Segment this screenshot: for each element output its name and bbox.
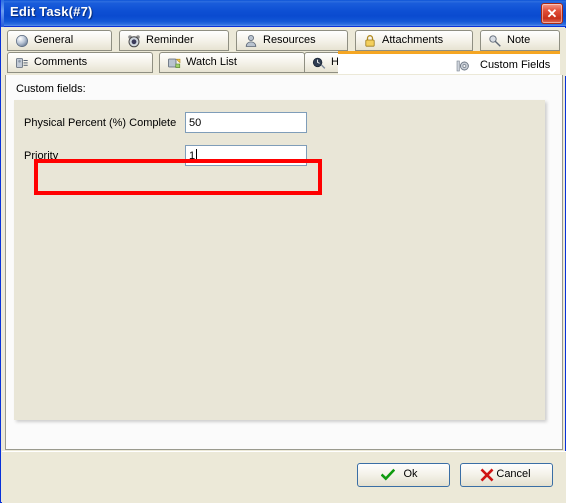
pushpin-icon — [488, 34, 502, 48]
fields-container: Physical Percent (%) Complete Priority — [14, 100, 545, 420]
text-caret — [196, 149, 197, 162]
dialog-footer: Ok Cancel — [2, 451, 566, 503]
ok-button-label: Ok — [403, 468, 418, 480]
field-input-physical-percent[interactable] — [185, 112, 307, 133]
tab-reminder[interactable]: Reminder — [119, 30, 229, 51]
person-icon — [244, 34, 258, 48]
cancel-button-label: Cancel — [496, 468, 531, 480]
tab-attachments-label: Attachments — [382, 34, 444, 46]
title-bar-edge — [1, 0, 4, 27]
tab-note-label: Note — [507, 34, 531, 46]
edit-task-dialog: Edit Task(#7) ✕ General Reminder Resourc… — [0, 0, 566, 503]
cancel-button[interactable]: Cancel — [460, 463, 553, 487]
tab-custom-fields[interactable]: Custom Fields — [338, 51, 560, 74]
tab-note[interactable]: Note — [480, 30, 560, 51]
clock-icon — [312, 56, 326, 70]
tab-resources[interactable]: Resources — [236, 30, 348, 51]
custom-fields-panel: Custom fields: Physical Percent (%) Comp… — [5, 75, 563, 450]
field-input-priority[interactable] — [185, 145, 307, 166]
tab-resources-label: Resources — [263, 34, 316, 46]
tab-general[interactable]: General — [7, 30, 112, 51]
tab-row-2: Comments Watch List Custom Fields — [2, 51, 566, 75]
padlock-icon — [363, 34, 377, 48]
alarm-clock-icon — [127, 34, 141, 48]
tab-strip: General Reminder Resources Attachments N… — [2, 28, 566, 76]
close-button[interactable]: ✕ — [541, 3, 563, 24]
watch-list-icon — [167, 56, 181, 70]
tab-watch-list-label: Watch List — [186, 56, 237, 68]
tab-row-1: General Reminder Resources Attachments N… — [2, 30, 566, 53]
tab-watch-list[interactable]: Watch List — [159, 52, 305, 73]
field-row-physical-percent: Physical Percent (%) Complete — [14, 110, 545, 137]
tab-general-label: General — [34, 34, 74, 46]
custom-fields-heading: Custom fields: — [16, 83, 86, 95]
field-label-priority: Priority — [24, 150, 59, 162]
tab-comments-label: Comments — [34, 56, 88, 68]
sphere-icon — [15, 34, 29, 48]
gear-icon — [456, 59, 470, 73]
tab-custom-fields-label: Custom Fields — [480, 59, 551, 71]
field-label-physical-percent: Physical Percent (%) Complete — [24, 117, 177, 129]
tab-attachments[interactable]: Attachments — [355, 30, 473, 51]
tab-comments[interactable]: Comments — [7, 52, 153, 73]
tab-reminder-label: Reminder — [146, 34, 194, 46]
field-row-priority: Priority — [14, 143, 545, 170]
title-bar: Edit Task(#7) ✕ — [1, 0, 566, 27]
comment-card-icon — [15, 56, 29, 70]
ok-button[interactable]: Ok — [357, 463, 450, 487]
window-title: Edit Task(#7) — [10, 4, 93, 19]
close-icon: ✕ — [546, 6, 558, 21]
